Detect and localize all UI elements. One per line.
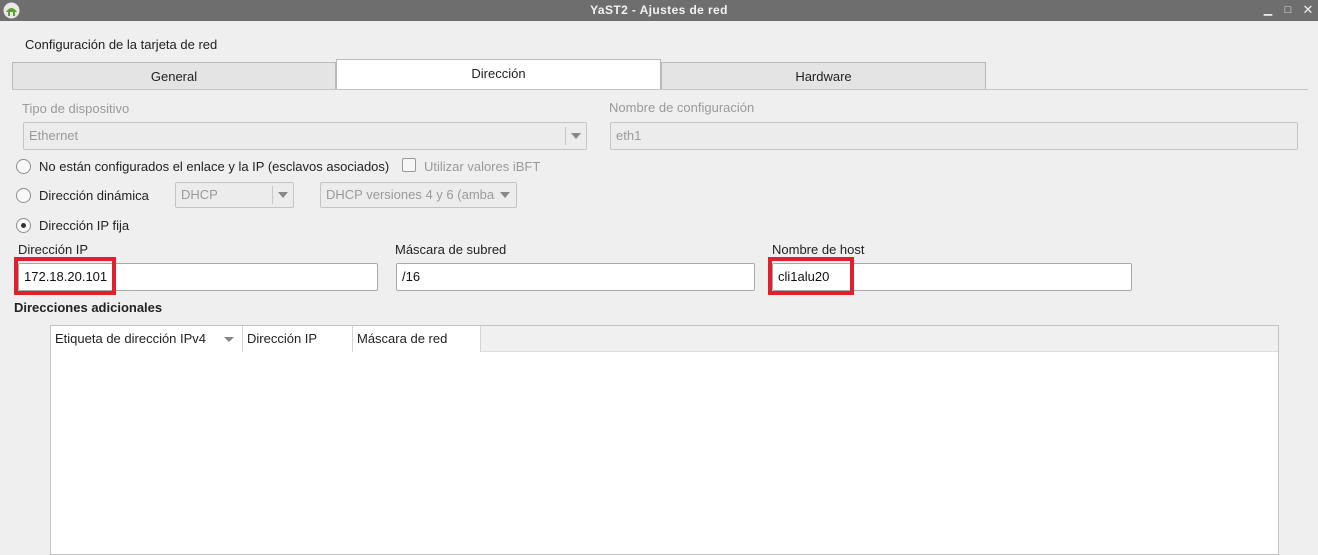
sort-arrow-icon	[224, 337, 234, 342]
column-ip-address[interactable]: Dirección IP	[243, 326, 353, 352]
maximize-icon[interactable]: □	[1281, 2, 1295, 18]
ip-highlight-box	[14, 257, 116, 295]
column-netmask[interactable]: Máscara de red	[353, 326, 481, 352]
static-ip-radio[interactable]	[16, 218, 31, 233]
static-ip-label: Dirección IP fija	[39, 218, 130, 233]
title-bar: YaST2 - Ajustes de red ▁ □ ✕	[0, 0, 1318, 21]
dynamic-address-label: Dirección dinámica	[39, 188, 149, 203]
additional-addresses-title: Direcciones adicionales	[14, 300, 163, 315]
ibft-label: Utilizar valores iBFT	[424, 159, 541, 174]
config-name-field[interactable]: eth1	[610, 122, 1298, 150]
chevron-down-icon	[565, 127, 585, 145]
dhcp-mode-value: DHCP	[181, 187, 218, 202]
minimize-icon[interactable]: ▁	[1261, 2, 1275, 18]
config-name-label: Nombre de configuración	[609, 100, 755, 115]
table-header: Etiqueta de dirección IPv4 Dirección IP …	[51, 326, 1278, 352]
column-ipv4-label[interactable]: Etiqueta de dirección IPv4	[51, 326, 243, 352]
column-ipv4-label-text: Etiqueta de dirección IPv4	[55, 331, 207, 346]
netmask-label: Máscara de subred	[395, 242, 507, 257]
dhcp-mode-select[interactable]: DHCP	[175, 182, 294, 208]
no-link-radio[interactable]	[16, 159, 31, 174]
chevron-down-icon	[272, 186, 292, 204]
netmask-field[interactable]: /16	[396, 263, 755, 291]
device-type-label: Tipo de dispositivo	[22, 101, 130, 116]
close-icon[interactable]: ✕	[1301, 2, 1315, 18]
ibft-checkbox[interactable]	[402, 158, 416, 172]
window-title: YaST2 - Ajustes de red	[590, 3, 728, 17]
device-type-value: Ethernet	[29, 128, 79, 143]
chevron-down-icon	[495, 186, 515, 204]
tab-direccion[interactable]: Dirección	[336, 59, 661, 89]
dialog-title: Configuración de la tarjeta de red	[25, 37, 218, 52]
additional-addresses-table[interactable]: Etiqueta de dirección IPv4 Dirección IP …	[50, 325, 1279, 555]
hostname-highlight-box	[768, 257, 854, 295]
device-type-select[interactable]: Ethernet	[23, 122, 587, 150]
tab-hardware[interactable]: Hardware	[661, 62, 986, 90]
ip-address-label: Dirección IP	[18, 242, 89, 257]
hostname-label: Nombre de host	[772, 242, 865, 257]
dynamic-address-radio[interactable]	[16, 188, 31, 203]
tab-general[interactable]: General	[12, 62, 336, 90]
no-link-label: No están configurados el enlace y la IP …	[39, 159, 390, 174]
tab-divider	[12, 89, 1308, 90]
dhcp-versions-value: DHCP versiones 4 y 6 (ambas	[326, 187, 501, 202]
dhcp-versions-select[interactable]: DHCP versiones 4 y 6 (ambas	[320, 182, 517, 208]
